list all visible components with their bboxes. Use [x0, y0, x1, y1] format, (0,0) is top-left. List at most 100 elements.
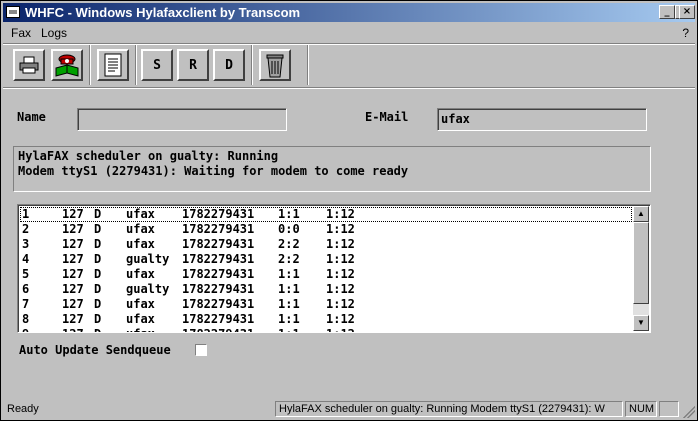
cell-owner: ufax: [126, 327, 155, 332]
menu-bar: Fax Logs ?: [3, 24, 695, 42]
menu-logs[interactable]: Logs: [41, 26, 67, 40]
cell-priority: 127: [62, 237, 84, 251]
cell-job-id: 4: [22, 252, 30, 266]
receive-button[interactable]: R: [177, 49, 209, 81]
cell-job-id: 7: [22, 297, 30, 311]
cell-tries: 1:12: [326, 327, 355, 332]
auto-update-checkbox[interactable]: [195, 344, 207, 356]
table-row[interactable]: 8 127 Dufax 1782279431 1:1 1:12: [20, 312, 632, 327]
cell-pages: 1:1: [278, 327, 300, 332]
cell-number: 1782279431: [182, 327, 254, 332]
cell-tries: 1:12: [326, 207, 355, 221]
close-button[interactable]: ×: [679, 5, 695, 19]
menu-help[interactable]: ?: [682, 26, 689, 40]
cell-owner: ufax: [126, 267, 155, 281]
print-button[interactable]: [13, 49, 45, 81]
table-row[interactable]: 7 127 Dufax 1782279431 1:1 1:12: [20, 297, 632, 312]
status-ready: Ready: [7, 403, 39, 415]
vertical-scrollbar[interactable]: ▲ ▼: [633, 206, 649, 331]
cell-owner: ufax: [126, 207, 155, 221]
cell-job-id: 9: [22, 327, 29, 332]
status-message: HylaFAX scheduler on gualty: Running Mod…: [275, 401, 623, 417]
cell-priority: 127: [62, 267, 84, 281]
status-pane-empty: [659, 401, 679, 417]
printer-icon: [19, 56, 39, 74]
cell-job-id: 1: [22, 207, 30, 221]
cell-pages: 1:1: [278, 297, 300, 311]
table-row[interactable]: 9 127 Dufax 1782279431 1:1 1:12: [20, 327, 632, 332]
cell-state: D: [94, 297, 102, 311]
cell-job-id: 3: [22, 237, 30, 251]
cell-pages: 0:0: [278, 222, 300, 236]
cell-tries: 1:12: [326, 267, 355, 281]
cell-number: 1782279431: [182, 312, 255, 326]
delete-button[interactable]: [259, 49, 291, 81]
cell-owner: ufax: [126, 237, 155, 251]
cell-tries: 1:12: [326, 312, 355, 326]
cell-priority: 127: [62, 327, 84, 332]
auto-update-label: Auto Update Sendqueue: [19, 343, 171, 357]
cell-pages: 2:2: [278, 252, 300, 266]
phonebook-button[interactable]: [51, 49, 83, 81]
table-row[interactable]: 6 127 Dgualty 1782279431 1:1 1:12: [20, 282, 632, 297]
cell-owner: ufax: [126, 297, 155, 311]
scheduler-status: HylaFAX scheduler on gualty: Running Mod…: [13, 146, 651, 192]
minimize-button[interactable]: _: [659, 5, 675, 19]
cell-priority: 127: [62, 252, 84, 266]
cell-owner: gualty: [126, 282, 170, 296]
title-bar[interactable]: WHFC - Windows Hylafaxclient by Transcom…: [3, 3, 695, 22]
cell-pages: 1:1: [278, 282, 300, 296]
toolbar-divider: [135, 45, 137, 85]
main-window: WHFC - Windows Hylafaxclient by Transcom…: [0, 0, 698, 421]
app-icon[interactable]: [6, 6, 20, 18]
resize-grip[interactable]: [683, 406, 695, 418]
send-button[interactable]: S: [141, 49, 173, 81]
cell-job-id: 2: [22, 222, 30, 236]
table-row[interactable]: 2 127 Dufax 1782279431 0:0 1:12: [20, 222, 632, 237]
cell-number: 1782279431: [182, 222, 255, 236]
name-field[interactable]: [77, 108, 287, 131]
toolbar-divider: [307, 45, 309, 85]
window-title: WHFC - Windows Hylafaxclient by Transcom: [25, 5, 301, 20]
table-row[interactable]: 1 127 Dufax 1782279431 1:1 1:12: [20, 207, 632, 222]
status-bar: Ready HylaFAX scheduler on gualty: Runni…: [3, 400, 695, 418]
document-button[interactable]: [97, 49, 129, 81]
scroll-thumb[interactable]: [633, 222, 649, 304]
email-label: E-Mail: [365, 110, 409, 124]
done-button[interactable]: D: [213, 49, 245, 81]
cell-tries: 1:12: [326, 282, 355, 296]
cell-job-id: 8: [22, 312, 30, 326]
send-queue-list[interactable]: 1 127 Dufax 1782279431 1:1 1:12 2 127 Dufax 17822…: [17, 204, 651, 333]
cell-state: D: [94, 282, 102, 296]
cell-tries: 1:12: [326, 252, 355, 266]
toolbar: S R D: [3, 45, 695, 87]
table-row[interactable]: 4 127 Dgualty 1782279431 2:2 1:12: [20, 252, 632, 267]
cell-owner: ufax: [126, 222, 155, 236]
modem-status-line: Modem ttyS1 (2279431): Waiting for modem…: [18, 164, 409, 178]
cell-number: 1782279431: [182, 297, 255, 311]
scroll-down-button[interactable]: ▼: [633, 315, 649, 331]
scroll-up-button[interactable]: ▲: [633, 206, 649, 222]
status-num: NUM: [625, 401, 657, 417]
cell-owner: gualty: [126, 252, 170, 266]
table-row[interactable]: 3 127 Dufax 1782279431 2:2 1:12: [20, 237, 632, 252]
cell-pages: 1:1: [278, 267, 300, 281]
cell-pages: 1:1: [278, 207, 300, 221]
email-field[interactable]: ufax: [437, 108, 647, 131]
scheduler-status-line: HylaFAX scheduler on gualty: Running: [18, 149, 279, 163]
cell-state: D: [94, 267, 102, 281]
cell-state: D: [94, 252, 102, 266]
cell-state: D: [94, 327, 101, 332]
menu-fax[interactable]: Fax: [11, 26, 31, 40]
cell-number: 1782279431: [182, 252, 255, 266]
cell-state: D: [94, 222, 102, 236]
document-icon: [104, 53, 122, 77]
toolbar-bottom-divider: [3, 87, 695, 89]
cell-tries: 1:12: [326, 297, 355, 311]
cell-state: D: [94, 237, 102, 251]
cell-pages: 2:2: [278, 237, 300, 251]
toolbar-divider: [89, 45, 91, 85]
table-row[interactable]: 5 127 Dufax 1782279431 1:1 1:12: [20, 267, 632, 282]
cell-number: 1782279431: [182, 237, 255, 251]
cell-job-id: 5: [22, 267, 30, 281]
